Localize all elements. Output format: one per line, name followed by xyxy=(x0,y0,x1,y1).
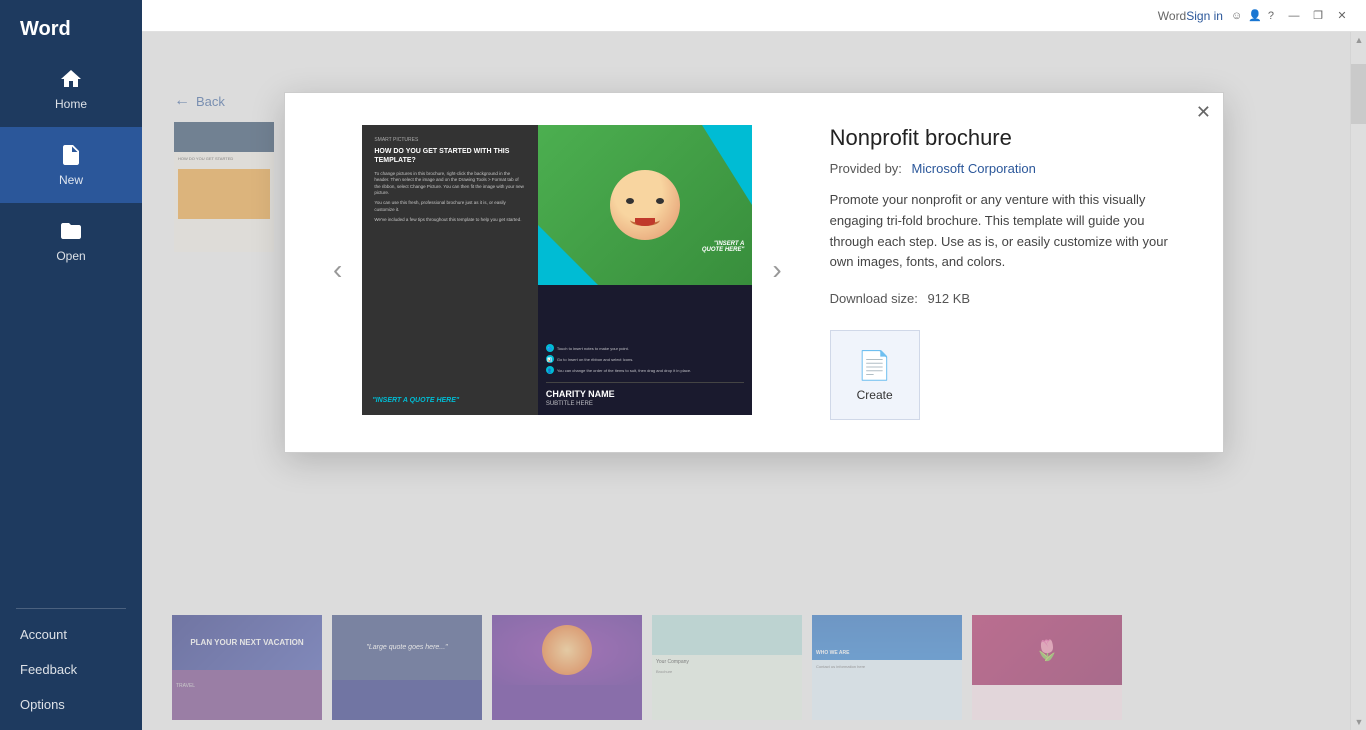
brochure-icons: 🔷 Touch to insert notes to make your poi… xyxy=(546,344,745,374)
sidebar-divider xyxy=(16,608,126,609)
brochure-bottom: 🔷 Touch to insert notes to make your poi… xyxy=(538,285,753,416)
modal-preview-section: ‹ SMART PICTURES HOW DO YOU GET STARTED … xyxy=(325,125,790,415)
download-size: 912 KB xyxy=(927,291,970,306)
restore-button[interactable]: ❐ xyxy=(1306,4,1330,28)
create-icon: 📄 xyxy=(857,349,892,382)
icon-row-1: 🔷 Touch to insert notes to make your poi… xyxy=(546,344,745,352)
sidebar: Word Home New Open Account Feedback Opti… xyxy=(0,0,142,730)
teal-triangle-bottom xyxy=(538,225,598,285)
modal-overlay: ✕ ‹ SMART PICTURES HOW DO YOU GET STARTE… xyxy=(142,32,1366,730)
charity-name: CHARITY NAME xyxy=(546,389,745,401)
brochure-right-panel: 🔷 Touch to insert notes to make your poi… xyxy=(538,125,753,415)
modal-provider-row: Provided by: Microsoft Corporation xyxy=(830,161,1183,176)
sidebar-item-open-label: Open xyxy=(56,249,85,263)
brochure-text2: You can use this fresh, professional bro… xyxy=(374,200,526,213)
sidebar-item-home-label: Home xyxy=(55,97,87,111)
help-icon: ? xyxy=(1268,10,1274,22)
app-title: Word xyxy=(0,0,142,51)
person-icon: 👤 xyxy=(1248,9,1262,22)
main-area: Word Sign in ☺ 👤 ? — ❐ ✕ ← Back HOW DO Y… xyxy=(142,0,1366,730)
smiley-icon: ☺ xyxy=(1231,10,1242,22)
titlebar: Word Sign in ☺ 👤 ? — ❐ ✕ xyxy=(142,0,1366,32)
sidebar-item-account[interactable]: Account xyxy=(0,617,142,652)
brochure-header: HOW DO YOU GET STARTED WITH THIS TEMPLAT… xyxy=(374,147,526,165)
sidebar-bottom: Account Feedback Options xyxy=(0,617,142,730)
modal-download-info: Download size: 912 KB xyxy=(830,291,1183,306)
sidebar-item-feedback[interactable]: Feedback xyxy=(0,652,142,687)
charity-subtitle: SUBTITLE HERE xyxy=(546,401,745,407)
titlebar-right: Sign in ☺ 👤 ? — ❐ ✕ xyxy=(1186,4,1354,28)
sidebar-item-open[interactable]: Open xyxy=(0,203,142,279)
modal-prev-button[interactable]: ‹ xyxy=(325,250,350,290)
icon-row-2: 📊 Go to Insert on the ribbon and select … xyxy=(546,355,745,363)
sign-in-button[interactable]: Sign in xyxy=(1186,9,1223,23)
modal-provider-link[interactable]: Microsoft Corporation xyxy=(912,161,1036,176)
icon-row-3: 👤 You can change the order of the items … xyxy=(546,366,745,374)
create-button[interactable]: 📄 Create xyxy=(830,330,920,420)
modal-description: Promote your nonprofit or any venture wi… xyxy=(830,190,1183,273)
minimize-button[interactable]: — xyxy=(1282,4,1306,28)
modal-template-title: Nonprofit brochure xyxy=(830,125,1183,151)
sidebar-item-new-label: New xyxy=(59,173,83,187)
icon-2: 📊 xyxy=(546,355,554,363)
brochure-quote-bottom: "INSERT A QUOTE HERE" xyxy=(372,396,459,405)
template-detail-modal: ✕ ‹ SMART PICTURES HOW DO YOU GET STARTE… xyxy=(284,92,1224,453)
smart-pictures-label: SMART PICTURES xyxy=(374,137,526,143)
sidebar-nav: Home New Open xyxy=(0,51,142,600)
sidebar-item-options[interactable]: Options xyxy=(0,687,142,722)
charity-info: CHARITY NAME SUBTITLE HERE xyxy=(546,382,745,407)
icon-1: 🔷 xyxy=(546,344,554,352)
brochure-preview: SMART PICTURES HOW DO YOU GET STARTED WI… xyxy=(362,125,752,415)
sidebar-item-home[interactable]: Home xyxy=(0,51,142,127)
modal-info-panel: Nonprofit brochure Provided by: Microsof… xyxy=(830,125,1183,420)
home-icon xyxy=(59,67,83,91)
create-label: Create xyxy=(857,388,893,402)
brochure-left-panel: SMART PICTURES HOW DO YOU GET STARTED WI… xyxy=(362,125,538,415)
quote-right: "INSERT AQUOTE HERE" xyxy=(702,241,745,253)
modal-next-button[interactable]: › xyxy=(764,250,789,290)
titlebar-app-name: Word xyxy=(1158,9,1186,23)
open-icon xyxy=(59,219,83,243)
icon-3: 👤 xyxy=(546,366,554,374)
modal-body: ‹ SMART PICTURES HOW DO YOU GET STARTED … xyxy=(285,93,1223,452)
brochure-text3: We've included a few tips throughout thi… xyxy=(374,217,526,223)
teal-triangle-top xyxy=(702,125,752,205)
brochure-text1: To change pictures in this brochure, rig… xyxy=(374,171,526,196)
brochure-photo xyxy=(538,125,753,285)
close-button[interactable]: ✕ xyxy=(1330,4,1354,28)
modal-close-button[interactable]: ✕ xyxy=(1196,103,1211,121)
new-icon xyxy=(59,143,83,167)
sidebar-item-new[interactable]: New xyxy=(0,127,142,203)
